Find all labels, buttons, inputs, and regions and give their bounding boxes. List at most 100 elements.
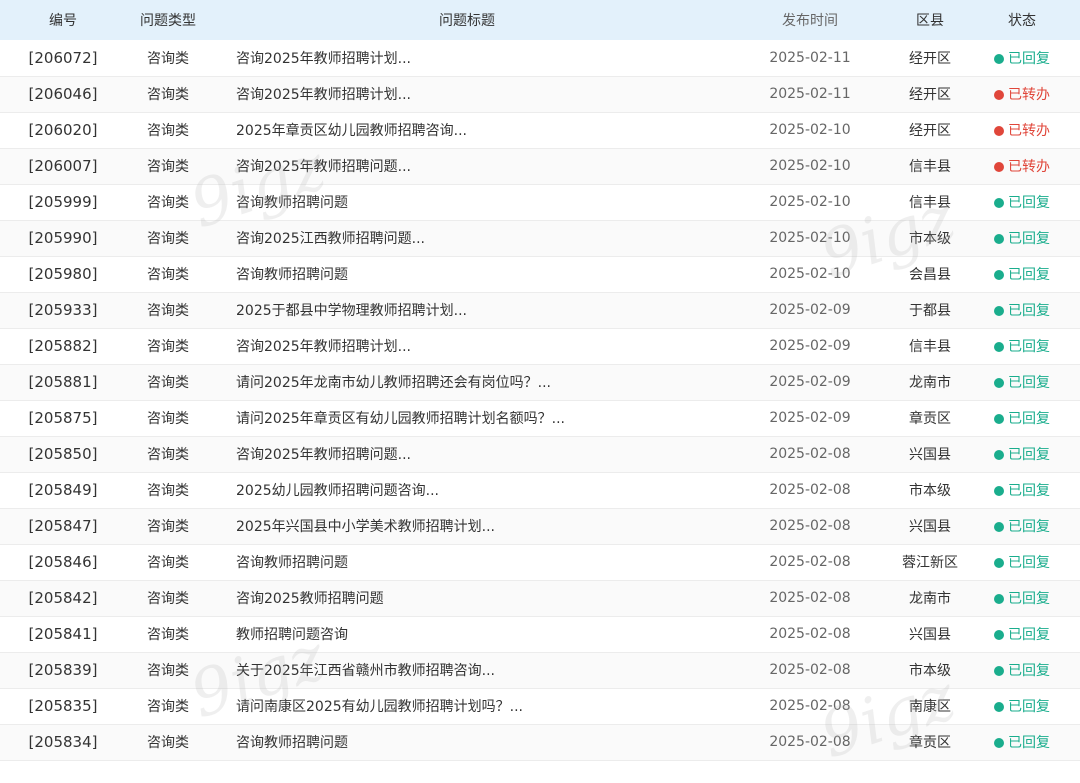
row-district: 信丰县 (909, 159, 951, 175)
row-type: 咨询类 (147, 50, 189, 67)
row-date: 2025-02-10 (769, 230, 851, 246)
table-row[interactable]: [206007] 咨询类 咨询2025年教师招聘问题... 2025-02-10 信丰县… (0, 148, 1080, 184)
row-title-link[interactable]: 咨询教师招聘问题 (236, 267, 348, 283)
status-badge: 已转办 (1008, 87, 1050, 103)
row-id: [205933] (28, 301, 98, 319)
row-title-cell: 咨询2025年教师招聘问题... (210, 436, 724, 472)
row-title-link[interactable]: 关于2025年江西省赣州市教师招聘咨询... (236, 663, 495, 679)
row-title-link[interactable]: 咨询2025年教师招聘问题... (236, 447, 411, 463)
row-title-link[interactable]: 教师招聘问题咨询 (236, 627, 348, 643)
row-title-link[interactable]: 2025年兴国县中小学美术教师招聘计划... (236, 519, 495, 535)
status-dot-icon (994, 702, 1004, 712)
row-title-link[interactable]: 2025年章贡区幼儿园教师招聘咨询... (236, 123, 467, 139)
table-row[interactable]: [205849] 咨询类 2025幼儿园教师招聘问题咨询... 2025-02-08 市… (0, 472, 1080, 508)
status-badge: 已回复 (1008, 699, 1050, 715)
row-title-link[interactable]: 请问2025年章贡区有幼儿园教师招聘计划名额吗？... (236, 411, 565, 427)
row-date: 2025-02-08 (769, 662, 851, 678)
table-row[interactable]: [205847] 咨询类 2025年兴国县中小学美术教师招聘计划... 2025-02… (0, 508, 1080, 544)
table-row[interactable]: [205875] 咨询类 请问2025年章贡区有幼儿园教师招聘计划名额吗？... 20… (0, 400, 1080, 436)
table-row[interactable]: [205850] 咨询类 咨询2025年教师招聘问题... 2025-02-08 兴国县… (0, 436, 1080, 472)
row-type: 咨询类 (147, 159, 189, 175)
row-id: [206072] (28, 48, 98, 67)
row-title-link[interactable]: 咨询教师招聘问题 (236, 555, 348, 571)
row-title-link[interactable]: 咨询教师招聘问题 (236, 195, 348, 211)
row-status: 已回复 (964, 436, 1080, 472)
row-title-link[interactable]: 请问南康区2025有幼儿园教师招聘计划吗？... (236, 699, 523, 715)
row-district: 市本级 (909, 231, 951, 247)
row-date: 2025-02-08 (769, 698, 851, 714)
row-status: 已回复 (964, 508, 1080, 544)
row-id: [205999] (28, 193, 98, 211)
status-dot-icon (994, 558, 1004, 568)
table-row[interactable]: [205881] 咨询类 请问2025年龙南市幼儿教师招聘还会有岗位吗？... 202… (0, 364, 1080, 400)
row-title-link[interactable]: 2025于都县中学物理教师招聘计划... (236, 303, 467, 319)
row-title-link[interactable]: 咨询2025年教师招聘计划... (236, 339, 411, 355)
row-district: 蓉江新区 (902, 555, 958, 571)
table-row[interactable]: [205839] 咨询类 关于2025年江西省赣州市教师招聘咨询... 2025-02… (0, 652, 1080, 688)
row-title-link[interactable]: 咨询2025年教师招聘计划... (236, 51, 411, 67)
row-id: [205841] (28, 625, 98, 643)
row-title-cell: 咨询教师招聘问题 (210, 256, 724, 292)
row-title-link[interactable]: 咨询2025江西教师招聘问题... (236, 231, 425, 247)
row-district: 市本级 (909, 483, 951, 499)
row-title-cell: 2025幼儿园教师招聘问题咨询... (210, 472, 724, 508)
row-id: [205842] (28, 589, 98, 607)
table-row[interactable]: [205841] 咨询类 教师招聘问题咨询 2025-02-08 兴国县 已回复 (0, 616, 1080, 652)
status-badge: 已回复 (1008, 483, 1050, 499)
row-status: 已转办 (964, 112, 1080, 148)
row-district: 南康区 (909, 699, 951, 715)
row-title-cell: 教师招聘问题咨询 (210, 616, 724, 652)
row-title-link[interactable]: 2025幼儿园教师招聘问题咨询... (236, 483, 439, 499)
status-dot-icon (994, 378, 1004, 388)
table-row[interactable]: [205999] 咨询类 咨询教师招聘问题 2025-02-10 信丰县 已回复 (0, 184, 1080, 220)
row-id: [205980] (28, 265, 98, 283)
row-title-link[interactable]: 咨询2025教师招聘问题 (236, 591, 384, 607)
status-badge: 已转办 (1008, 123, 1050, 139)
row-status: 已回复 (964, 292, 1080, 328)
table-row[interactable]: [205980] 咨询类 咨询教师招聘问题 2025-02-10 会昌县 已回复 (0, 256, 1080, 292)
row-id: [205881] (28, 373, 98, 391)
row-status: 已转办 (964, 148, 1080, 184)
status-badge: 已回复 (1008, 303, 1050, 319)
status-badge: 已回复 (1008, 447, 1050, 463)
table-row[interactable]: [206020] 咨询类 2025年章贡区幼儿园教师招聘咨询... 2025-02-1… (0, 112, 1080, 148)
row-title-cell: 咨询教师招聘问题 (210, 184, 724, 220)
row-date: 2025-02-09 (769, 410, 851, 426)
row-status: 已回复 (964, 184, 1080, 220)
table-row[interactable]: [205882] 咨询类 咨询2025年教师招聘计划... 2025-02-09 信丰县… (0, 328, 1080, 364)
table-row[interactable]: [205842] 咨询类 咨询2025教师招聘问题 2025-02-08 龙南市 已回复 (0, 580, 1080, 616)
status-badge: 已回复 (1008, 267, 1050, 283)
table-row[interactable]: [205846] 咨询类 咨询教师招聘问题 2025-02-08 蓉江新区 已回复 (0, 544, 1080, 580)
table-row[interactable]: [205834] 咨询类 咨询教师招聘问题 2025-02-08 章贡区 已回复 (0, 724, 1080, 760)
header-title: 问题标题 (439, 13, 495, 29)
row-district: 经开区 (909, 87, 951, 103)
status-dot-icon (994, 666, 1004, 676)
row-type: 咨询类 (147, 123, 189, 139)
row-type: 咨询类 (147, 483, 189, 499)
row-title-link[interactable]: 咨询2025年教师招聘问题... (236, 159, 411, 175)
row-type: 咨询类 (147, 411, 189, 427)
row-type: 咨询类 (147, 87, 189, 103)
table-row[interactable]: [205835] 咨询类 请问南康区2025有幼儿园教师招聘计划吗？... 2025-… (0, 688, 1080, 724)
table-row[interactable]: [205933] 咨询类 2025于都县中学物理教师招聘计划... 2025-02-0… (0, 292, 1080, 328)
row-district: 信丰县 (909, 195, 951, 211)
row-district: 信丰县 (909, 339, 951, 355)
header-type: 问题类型 (140, 13, 196, 29)
status-dot-icon (994, 270, 1004, 280)
row-status: 已回复 (964, 652, 1080, 688)
row-title-link[interactable]: 咨询2025年教师招聘计划... (236, 87, 411, 103)
table-row[interactable]: [205990] 咨询类 咨询2025江西教师招聘问题... 2025-02-10 市本… (0, 220, 1080, 256)
table-row[interactable]: [206046] 咨询类 咨询2025年教师招聘计划... 2025-02-11 经开区… (0, 76, 1080, 112)
row-title-cell: 咨询2025年教师招聘计划... (210, 40, 724, 76)
row-status: 已回复 (964, 256, 1080, 292)
status-badge: 已回复 (1008, 231, 1050, 247)
header-status: 状态 (1008, 13, 1036, 29)
row-date: 2025-02-08 (769, 554, 851, 570)
row-title-link[interactable]: 请问2025年龙南市幼儿教师招聘还会有岗位吗？... (236, 375, 551, 391)
row-id: [205835] (28, 697, 98, 715)
row-status: 已回复 (964, 364, 1080, 400)
row-type: 咨询类 (147, 699, 189, 715)
row-title-cell: 咨询2025江西教师招聘问题... (210, 220, 724, 256)
row-title-link[interactable]: 咨询教师招聘问题 (236, 735, 348, 751)
table-row[interactable]: [206072] 咨询类 咨询2025年教师招聘计划... 2025-02-11 经开区… (0, 40, 1080, 76)
